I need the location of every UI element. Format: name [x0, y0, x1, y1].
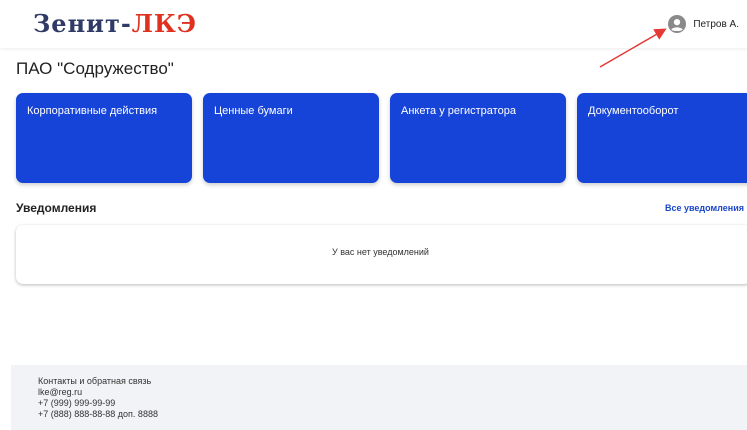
- page-title: ПАО "Содружество": [16, 59, 174, 78]
- card-document-flow[interactable]: Документооборот: [577, 93, 747, 183]
- notifications-empty-message: У вас нет уведомлений: [332, 247, 429, 257]
- card-label: Документооборот: [588, 105, 679, 117]
- action-cards: Корпоративные действия Ценные бумаги Анк…: [16, 93, 747, 183]
- notifications-panel: У вас нет уведомлений: [16, 225, 747, 284]
- footer: Контакты и обратная связь lke@reg.ru +7 …: [11, 365, 747, 430]
- card-corporate-actions[interactable]: Корпоративные действия: [16, 93, 192, 183]
- page: Зенит-ЛКЭ Петров А. ПАО "Содружество" Ко…: [0, 0, 747, 430]
- card-label: Анкета у регистратора: [401, 105, 516, 117]
- card-registrar-form[interactable]: Анкета у регистратора: [390, 93, 566, 183]
- card-label: Корпоративные действия: [27, 105, 158, 117]
- user-menu[interactable]: Петров А.: [668, 15, 739, 33]
- footer-contacts: Контакты и обратная связь lke@reg.ru +7 …: [38, 376, 158, 420]
- footer-phone-extension[interactable]: +7 (888) 888-88-88 доп. 8888: [38, 409, 158, 420]
- user-name: Петров А.: [693, 18, 739, 30]
- all-notifications-link[interactable]: Все уведомления: [665, 203, 744, 213]
- notifications-heading: Уведомления: [16, 201, 97, 215]
- brand-logo[interactable]: Зенит-ЛКЭ: [33, 10, 197, 38]
- footer-email[interactable]: lke@reg.ru: [38, 387, 158, 398]
- card-securities[interactable]: Ценные бумаги: [203, 93, 379, 183]
- logo-text-main: Зенит-: [33, 9, 132, 38]
- footer-contacts-heading: Контакты и обратная связь: [38, 376, 152, 386]
- top-header: Зенит-ЛКЭ Петров А.: [0, 0, 747, 48]
- footer-phone[interactable]: +7 (999) 999-99-99: [38, 398, 158, 409]
- user-avatar-icon: [668, 15, 687, 33]
- card-label: Ценные бумаги: [214, 105, 293, 117]
- logo-text-accent: ЛКЭ: [131, 9, 197, 38]
